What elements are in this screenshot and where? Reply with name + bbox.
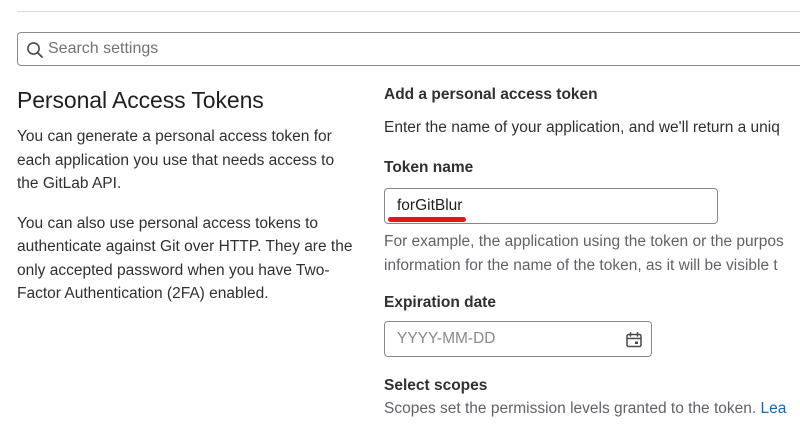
form-heading: Add a personal access token <box>384 86 598 103</box>
intro-paragraph-api: You can generate a personal access token… <box>17 128 335 192</box>
page-title: Personal Access Tokens <box>17 87 264 113</box>
calendar-icon[interactable] <box>625 331 643 349</box>
search-icon <box>27 42 43 58</box>
expiration-date-input[interactable] <box>397 322 617 356</box>
token-name-help-line: information for the name of the token, a… <box>384 256 778 274</box>
select-scopes-label: Select scopes <box>384 377 488 394</box>
form-intro: Enter the name of your application, and … <box>384 119 780 136</box>
intro-paragraph-git: You can also use personal access tokens … <box>17 214 353 303</box>
scopes-description-text: Scopes set the permission levels granted… <box>384 400 757 417</box>
settings-search-bar[interactable] <box>17 32 800 66</box>
highlight-underline <box>388 217 466 222</box>
learn-more-link[interactable]: Lea <box>761 400 787 417</box>
token-name-help: For example, the application using the t… <box>384 230 784 277</box>
intro-panel: Personal Access Tokens You can generate … <box>17 84 357 306</box>
token-name-help-line: For example, the application using the t… <box>384 233 784 250</box>
top-divider <box>17 11 800 12</box>
search-input[interactable] <box>48 33 748 65</box>
expiration-date-field[interactable] <box>384 321 652 357</box>
expiration-date-label: Expiration date <box>384 294 496 311</box>
token-name-label: Token name <box>384 159 474 176</box>
scopes-description: Scopes set the permission levels granted… <box>384 398 786 420</box>
